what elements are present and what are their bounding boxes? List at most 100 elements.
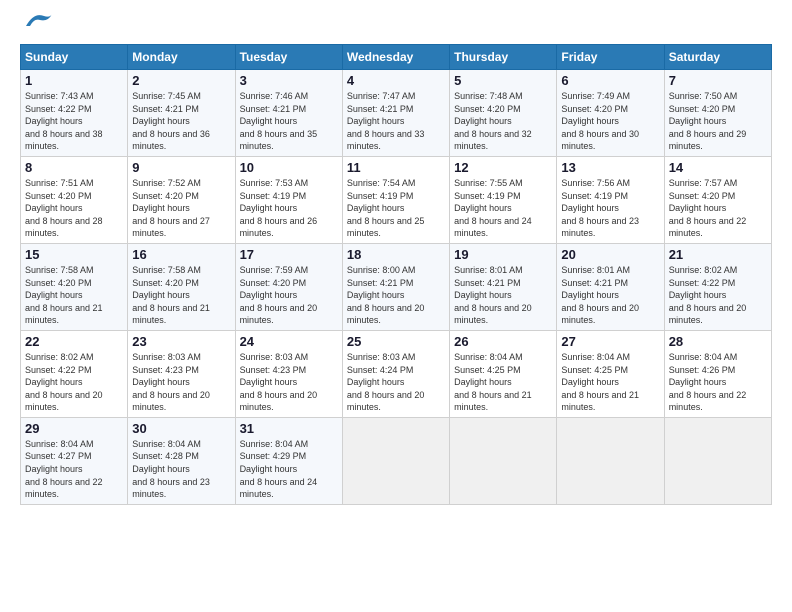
calendar-cell bbox=[557, 417, 664, 504]
day-number: 22 bbox=[25, 334, 123, 349]
sunrise-label: Sunrise: 7:52 AM bbox=[132, 178, 201, 188]
day-info: Sunrise: 8:00 AM Sunset: 4:21 PM Dayligh… bbox=[347, 264, 445, 327]
daylight-value: and 8 hours and 20 minutes. bbox=[25, 390, 103, 413]
sunset-label: Sunset: 4:21 PM bbox=[347, 278, 414, 288]
daylight-label: Daylight hours bbox=[240, 290, 298, 300]
daylight-label: Daylight hours bbox=[454, 116, 512, 126]
day-number: 31 bbox=[240, 421, 338, 436]
day-info: Sunrise: 7:50 AM Sunset: 4:20 PM Dayligh… bbox=[669, 90, 767, 153]
day-number: 27 bbox=[561, 334, 659, 349]
day-info: Sunrise: 7:59 AM Sunset: 4:20 PM Dayligh… bbox=[240, 264, 338, 327]
daylight-value: and 8 hours and 27 minutes. bbox=[132, 216, 210, 239]
sunrise-label: Sunrise: 7:55 AM bbox=[454, 178, 523, 188]
column-header-thursday: Thursday bbox=[450, 45, 557, 70]
week-row-5: 29 Sunrise: 8:04 AM Sunset: 4:27 PM Dayl… bbox=[21, 417, 772, 504]
day-number: 11 bbox=[347, 160, 445, 175]
daylight-value: and 8 hours and 26 minutes. bbox=[240, 216, 318, 239]
daylight-label: Daylight hours bbox=[132, 116, 190, 126]
daylight-value: and 8 hours and 20 minutes. bbox=[347, 390, 425, 413]
day-info: Sunrise: 8:03 AM Sunset: 4:24 PM Dayligh… bbox=[347, 351, 445, 414]
daylight-value: and 8 hours and 23 minutes. bbox=[561, 216, 639, 239]
calendar-cell: 1 Sunrise: 7:43 AM Sunset: 4:22 PM Dayli… bbox=[21, 70, 128, 157]
day-info: Sunrise: 8:03 AM Sunset: 4:23 PM Dayligh… bbox=[240, 351, 338, 414]
daylight-label: Daylight hours bbox=[347, 290, 405, 300]
sunset-label: Sunset: 4:20 PM bbox=[132, 278, 199, 288]
day-info: Sunrise: 8:04 AM Sunset: 4:25 PM Dayligh… bbox=[561, 351, 659, 414]
column-header-wednesday: Wednesday bbox=[342, 45, 449, 70]
calendar-cell: 6 Sunrise: 7:49 AM Sunset: 4:20 PM Dayli… bbox=[557, 70, 664, 157]
sunset-label: Sunset: 4:20 PM bbox=[25, 278, 92, 288]
daylight-label: Daylight hours bbox=[669, 290, 727, 300]
day-info: Sunrise: 8:02 AM Sunset: 4:22 PM Dayligh… bbox=[25, 351, 123, 414]
day-number: 7 bbox=[669, 73, 767, 88]
daylight-value: and 8 hours and 22 minutes. bbox=[669, 216, 747, 239]
daylight-value: and 8 hours and 20 minutes. bbox=[561, 303, 639, 326]
week-row-2: 8 Sunrise: 7:51 AM Sunset: 4:20 PM Dayli… bbox=[21, 156, 772, 243]
calendar-cell: 22 Sunrise: 8:02 AM Sunset: 4:22 PM Dayl… bbox=[21, 330, 128, 417]
day-number: 30 bbox=[132, 421, 230, 436]
sunset-label: Sunset: 4:20 PM bbox=[25, 191, 92, 201]
daylight-label: Daylight hours bbox=[347, 203, 405, 213]
sunset-label: Sunset: 4:19 PM bbox=[561, 191, 628, 201]
sunrise-label: Sunrise: 8:04 AM bbox=[561, 352, 630, 362]
day-number: 12 bbox=[454, 160, 552, 175]
day-number: 3 bbox=[240, 73, 338, 88]
sunrise-label: Sunrise: 8:03 AM bbox=[347, 352, 416, 362]
daylight-label: Daylight hours bbox=[25, 464, 83, 474]
day-number: 19 bbox=[454, 247, 552, 262]
calendar-cell: 16 Sunrise: 7:58 AM Sunset: 4:20 PM Dayl… bbox=[128, 243, 235, 330]
day-number: 20 bbox=[561, 247, 659, 262]
sunset-label: Sunset: 4:20 PM bbox=[561, 104, 628, 114]
sunset-label: Sunset: 4:19 PM bbox=[347, 191, 414, 201]
sunrise-label: Sunrise: 8:02 AM bbox=[669, 265, 738, 275]
day-number: 21 bbox=[669, 247, 767, 262]
daylight-label: Daylight hours bbox=[669, 377, 727, 387]
day-number: 5 bbox=[454, 73, 552, 88]
day-number: 1 bbox=[25, 73, 123, 88]
calendar-cell: 30 Sunrise: 8:04 AM Sunset: 4:28 PM Dayl… bbox=[128, 417, 235, 504]
daylight-label: Daylight hours bbox=[454, 377, 512, 387]
sunrise-label: Sunrise: 8:04 AM bbox=[132, 439, 201, 449]
calendar-cell: 7 Sunrise: 7:50 AM Sunset: 4:20 PM Dayli… bbox=[664, 70, 771, 157]
sunset-label: Sunset: 4:24 PM bbox=[347, 365, 414, 375]
day-info: Sunrise: 7:45 AM Sunset: 4:21 PM Dayligh… bbox=[132, 90, 230, 153]
day-info: Sunrise: 8:04 AM Sunset: 4:28 PM Dayligh… bbox=[132, 438, 230, 501]
column-header-tuesday: Tuesday bbox=[235, 45, 342, 70]
day-info: Sunrise: 7:47 AM Sunset: 4:21 PM Dayligh… bbox=[347, 90, 445, 153]
day-number: 25 bbox=[347, 334, 445, 349]
sunrise-label: Sunrise: 8:00 AM bbox=[347, 265, 416, 275]
daylight-label: Daylight hours bbox=[25, 116, 83, 126]
daylight-label: Daylight hours bbox=[25, 377, 83, 387]
sunrise-label: Sunrise: 7:53 AM bbox=[240, 178, 309, 188]
day-info: Sunrise: 7:55 AM Sunset: 4:19 PM Dayligh… bbox=[454, 177, 552, 240]
header bbox=[20, 16, 772, 36]
calendar-cell: 17 Sunrise: 7:59 AM Sunset: 4:20 PM Dayl… bbox=[235, 243, 342, 330]
calendar-cell: 20 Sunrise: 8:01 AM Sunset: 4:21 PM Dayl… bbox=[557, 243, 664, 330]
daylight-label: Daylight hours bbox=[561, 290, 619, 300]
sunset-label: Sunset: 4:19 PM bbox=[454, 191, 521, 201]
sunset-label: Sunset: 4:20 PM bbox=[669, 104, 736, 114]
daylight-label: Daylight hours bbox=[240, 116, 298, 126]
sunrise-label: Sunrise: 7:43 AM bbox=[25, 91, 94, 101]
day-info: Sunrise: 7:58 AM Sunset: 4:20 PM Dayligh… bbox=[25, 264, 123, 327]
daylight-value: and 8 hours and 20 minutes. bbox=[240, 303, 318, 326]
calendar-cell: 31 Sunrise: 8:04 AM Sunset: 4:29 PM Dayl… bbox=[235, 417, 342, 504]
day-info: Sunrise: 8:01 AM Sunset: 4:21 PM Dayligh… bbox=[454, 264, 552, 327]
day-info: Sunrise: 7:49 AM Sunset: 4:20 PM Dayligh… bbox=[561, 90, 659, 153]
day-number: 24 bbox=[240, 334, 338, 349]
day-number: 17 bbox=[240, 247, 338, 262]
calendar-cell: 21 Sunrise: 8:02 AM Sunset: 4:22 PM Dayl… bbox=[664, 243, 771, 330]
calendar-cell: 13 Sunrise: 7:56 AM Sunset: 4:19 PM Dayl… bbox=[557, 156, 664, 243]
column-header-sunday: Sunday bbox=[21, 45, 128, 70]
daylight-label: Daylight hours bbox=[454, 290, 512, 300]
calendar-cell: 28 Sunrise: 8:04 AM Sunset: 4:26 PM Dayl… bbox=[664, 330, 771, 417]
calendar-cell: 24 Sunrise: 8:03 AM Sunset: 4:23 PM Dayl… bbox=[235, 330, 342, 417]
day-number: 6 bbox=[561, 73, 659, 88]
daylight-value: and 8 hours and 28 minutes. bbox=[25, 216, 103, 239]
sunrise-label: Sunrise: 7:56 AM bbox=[561, 178, 630, 188]
column-header-monday: Monday bbox=[128, 45, 235, 70]
sunset-label: Sunset: 4:25 PM bbox=[454, 365, 521, 375]
daylight-value: and 8 hours and 20 minutes. bbox=[132, 390, 210, 413]
calendar-cell: 2 Sunrise: 7:45 AM Sunset: 4:21 PM Dayli… bbox=[128, 70, 235, 157]
day-number: 10 bbox=[240, 160, 338, 175]
